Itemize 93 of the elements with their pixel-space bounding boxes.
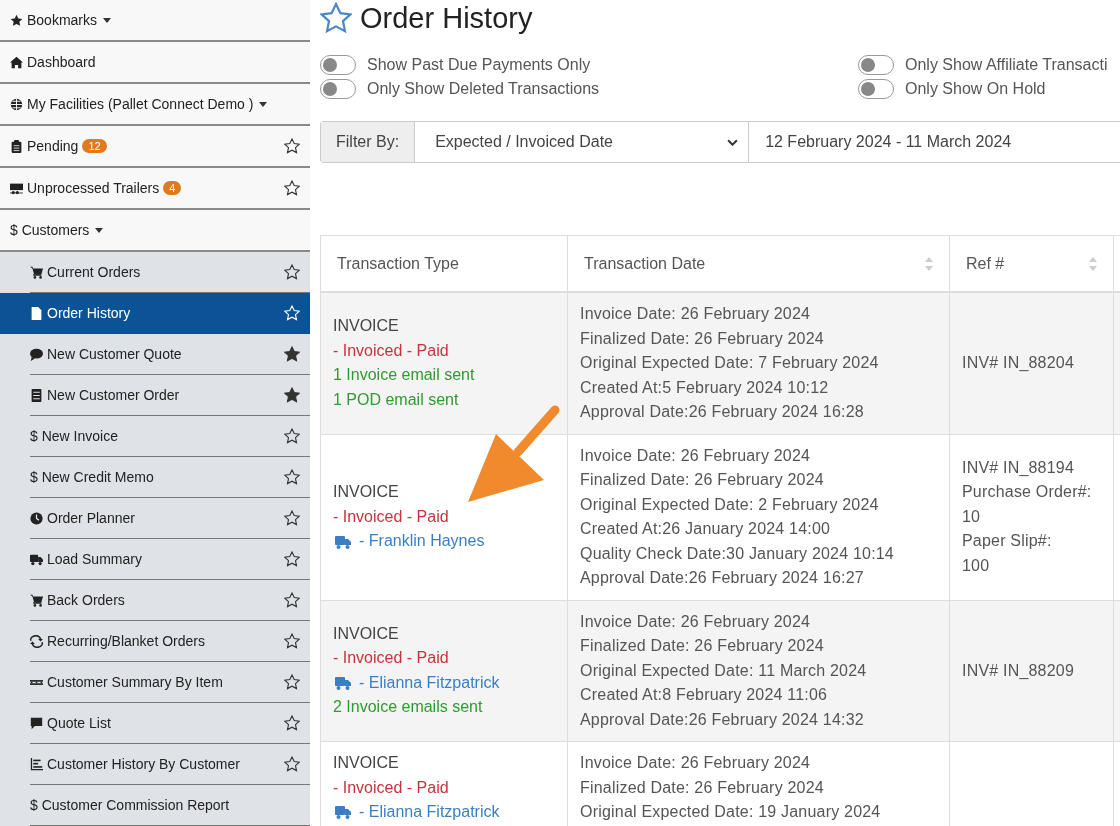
- sidebar-item[interactable]: My Facilities (Pallet Connect Demo ): [0, 84, 310, 126]
- trailer-icon: [10, 181, 23, 195]
- reference-line: INV# IN_88209: [962, 660, 1075, 681]
- star-icon[interactable]: [284, 387, 300, 403]
- star-icon[interactable]: [284, 551, 300, 567]
- status-text: - Invoiced - Paid: [333, 506, 450, 527]
- reference-line: 100: [962, 555, 991, 576]
- speech-bubble-icon: [30, 347, 43, 361]
- cart-icon: [30, 593, 43, 607]
- date-line: Finalized Date: 26 February 2024: [580, 777, 825, 798]
- count-badge: 12: [82, 139, 107, 153]
- status-text: - Invoiced - Paid: [333, 340, 450, 361]
- star-icon[interactable]: [284, 510, 300, 526]
- date-line: Invoice Date: 26 February 2024: [580, 753, 812, 773]
- email-status: 1 Invoice email sent: [333, 365, 476, 386]
- star-icon[interactable]: [284, 469, 300, 485]
- sidebar-item[interactable]: Unprocessed Trailers 4: [0, 168, 310, 210]
- toggle-switch[interactable]: [858, 79, 894, 99]
- date-line: Original Expected Date: 11 March 2024: [580, 660, 868, 681]
- star-icon[interactable]: [284, 674, 300, 690]
- date-line: Approval Date:26 February 2024 16:27: [580, 568, 865, 588]
- email-status: 2 Invoice emails sent: [333, 697, 484, 718]
- home-icon: [10, 55, 23, 69]
- sidebar-item[interactable]: Pending 12: [0, 126, 310, 168]
- speech-bubble-icon: [30, 716, 43, 730]
- transaction-type: INVOICE: [333, 623, 400, 644]
- date-line: Original Expected Date: 19 January 2024: [580, 802, 882, 822]
- transaction-type: INVOICE: [333, 482, 400, 503]
- star-icon[interactable]: [320, 2, 352, 34]
- transaction-type: INVOICE: [333, 753, 400, 773]
- date-line: Original Expected Date: 2 February 2024: [580, 494, 880, 515]
- toggle-label: Only Show On Hold: [905, 80, 1046, 98]
- chart-icon: [30, 757, 43, 771]
- star-icon[interactable]: [284, 264, 300, 280]
- toggle-switch[interactable]: [858, 55, 894, 75]
- toggle-label: Only Show Affiliate Transacti: [905, 56, 1108, 74]
- date-line: Invoice Date: 26 February 2024: [580, 304, 812, 324]
- globe-icon: [10, 97, 23, 111]
- sidebar-item[interactable]: $ Customers: [0, 210, 310, 252]
- transaction-type: INVOICE: [333, 316, 400, 337]
- column-header[interactable]: Transaction Type: [337, 254, 459, 273]
- star-icon: [10, 13, 23, 27]
- star-icon[interactable]: [284, 346, 300, 362]
- date-line: Finalized Date: 26 February 2024: [580, 470, 825, 490]
- sidebar-item[interactable]: Bookmarks: [0, 0, 310, 42]
- reference-line: 10: [962, 506, 982, 527]
- file-icon: [30, 306, 43, 320]
- date-line: Created At:8 February 2024 11:06: [580, 685, 829, 705]
- reference-line: INV# IN_88194: [962, 457, 1075, 478]
- date-line: Original Expected Date: 7 February 2024: [580, 353, 880, 373]
- driver-link[interactable]: - Franklin Haynes: [359, 529, 485, 554]
- reference-line: Paper Slip#:: [962, 531, 1053, 552]
- sidebar-item[interactable]: Dashboard: [0, 42, 310, 84]
- date-line: Created At:5 February 2024 10:12: [580, 377, 830, 398]
- date-line: Quality Check Date:30 January 2024 10:14: [580, 543, 895, 564]
- date-line: Finalized Date: 26 February 2024: [580, 636, 825, 656]
- date-line: Approval Date:26 February 2024 14:32: [580, 709, 865, 730]
- truck-icon: [333, 675, 353, 691]
- star-icon[interactable]: [284, 180, 300, 196]
- star-icon[interactable]: [284, 633, 300, 649]
- driver-link[interactable]: - Elianna Fitzpatrick: [359, 670, 500, 696]
- date-line: Finalized Date: 26 February 2024: [580, 328, 825, 349]
- email-status: 1 POD email sent: [333, 389, 460, 410]
- star-icon[interactable]: [284, 715, 300, 731]
- status-text: - Invoiced - Paid: [333, 777, 450, 798]
- count-badge: 4: [163, 181, 182, 195]
- pallet-icon: [30, 679, 43, 685]
- clipboard-icon: [10, 139, 23, 153]
- page-title: Order History: [360, 1, 533, 35]
- toggle-label: Only Show Deleted Transactions: [367, 80, 600, 98]
- status-text: - Invoiced - Paid: [333, 648, 450, 669]
- repeat-icon: [30, 634, 43, 648]
- star-icon[interactable]: [284, 138, 300, 154]
- reference-line: Purchase Order#:: [962, 482, 1093, 503]
- truck-icon: [30, 552, 43, 566]
- star-icon[interactable]: [284, 428, 300, 444]
- truck-icon: [333, 804, 353, 821]
- clock-icon: [30, 511, 43, 525]
- date-line: Created At:26 January 2024 14:00: [580, 519, 832, 539]
- toggle-switch[interactable]: [320, 79, 356, 99]
- date-line: Invoice Date: 26 February 2024: [580, 445, 812, 466]
- sidebar-item[interactable]: Order History: [0, 293, 310, 334]
- reference-line: INV# IN_88204: [962, 353, 1075, 373]
- truck-icon: [333, 533, 353, 550]
- star-icon[interactable]: [284, 592, 300, 608]
- toggle-label: Show Past Due Payments Only: [367, 56, 591, 74]
- list-icon: [30, 388, 43, 402]
- toggle-switch[interactable]: [320, 55, 356, 75]
- driver-link[interactable]: - Elianna Fitzpatrick: [359, 800, 500, 825]
- star-icon[interactable]: [284, 756, 300, 772]
- cart-icon: [30, 265, 43, 279]
- date-line: Approval Date:26 February 2024 16:28: [580, 402, 865, 422]
- date-line: Invoice Date: 26 February 2024: [580, 611, 812, 632]
